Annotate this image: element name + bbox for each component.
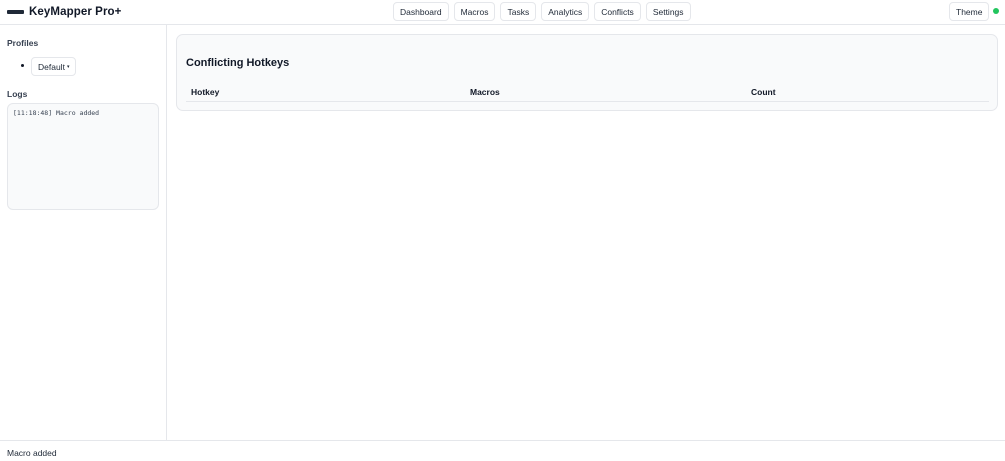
- nav-dashboard[interactable]: Dashboard: [393, 2, 449, 21]
- nav-settings[interactable]: Settings: [645, 2, 691, 21]
- profile-label: Default: [38, 61, 65, 72]
- status-dot-icon: [993, 8, 999, 14]
- column-header-count: Count: [751, 87, 776, 97]
- theme-button[interactable]: Theme: [949, 2, 990, 21]
- main-nav: Dashboard Macros Tasks Analytics Conflic…: [393, 2, 691, 21]
- app-window: KeyMapper Pro+ Dashboard Macros Tasks An…: [0, 0, 1005, 461]
- conflicts-card: Conflicting Hotkeys Hotkey Macros Count: [176, 34, 998, 111]
- profiles-heading: Profiles: [7, 38, 39, 48]
- list-bullet-icon: [21, 64, 24, 67]
- status-bar: Macro added: [0, 440, 1005, 461]
- app-title: KeyMapper Pro+: [29, 6, 122, 18]
- column-header-macros: Macros: [470, 87, 500, 97]
- profile-default-button[interactable]: Default ▾: [31, 57, 77, 76]
- log-panel[interactable]: [11:18:48] Macro added: [7, 103, 159, 210]
- logs-heading: Logs: [7, 89, 28, 99]
- keyboard-icon: [7, 10, 24, 14]
- column-header-hotkey: Hotkey: [191, 87, 220, 97]
- conflicts-table-header: Hotkey Macros Count: [186, 84, 989, 102]
- top-header: KeyMapper Pro+ Dashboard Macros Tasks An…: [0, 0, 1005, 25]
- nav-tasks[interactable]: Tasks: [500, 2, 537, 21]
- card-title: Conflicting Hotkeys: [186, 57, 290, 69]
- nav-analytics[interactable]: Analytics: [541, 2, 590, 21]
- log-entry: [11:18:48] Macro added: [13, 109, 100, 117]
- brand: KeyMapper Pro+: [7, 4, 121, 20]
- nav-conflicts[interactable]: Conflicts: [594, 2, 641, 21]
- caret-down-icon: ▾: [66, 63, 70, 70]
- nav-macros[interactable]: Macros: [453, 2, 496, 21]
- status-message: Macro added: [7, 448, 57, 458]
- sidebar: Profiles Default ▾ Logs [11:18:48] Macro…: [0, 25, 167, 440]
